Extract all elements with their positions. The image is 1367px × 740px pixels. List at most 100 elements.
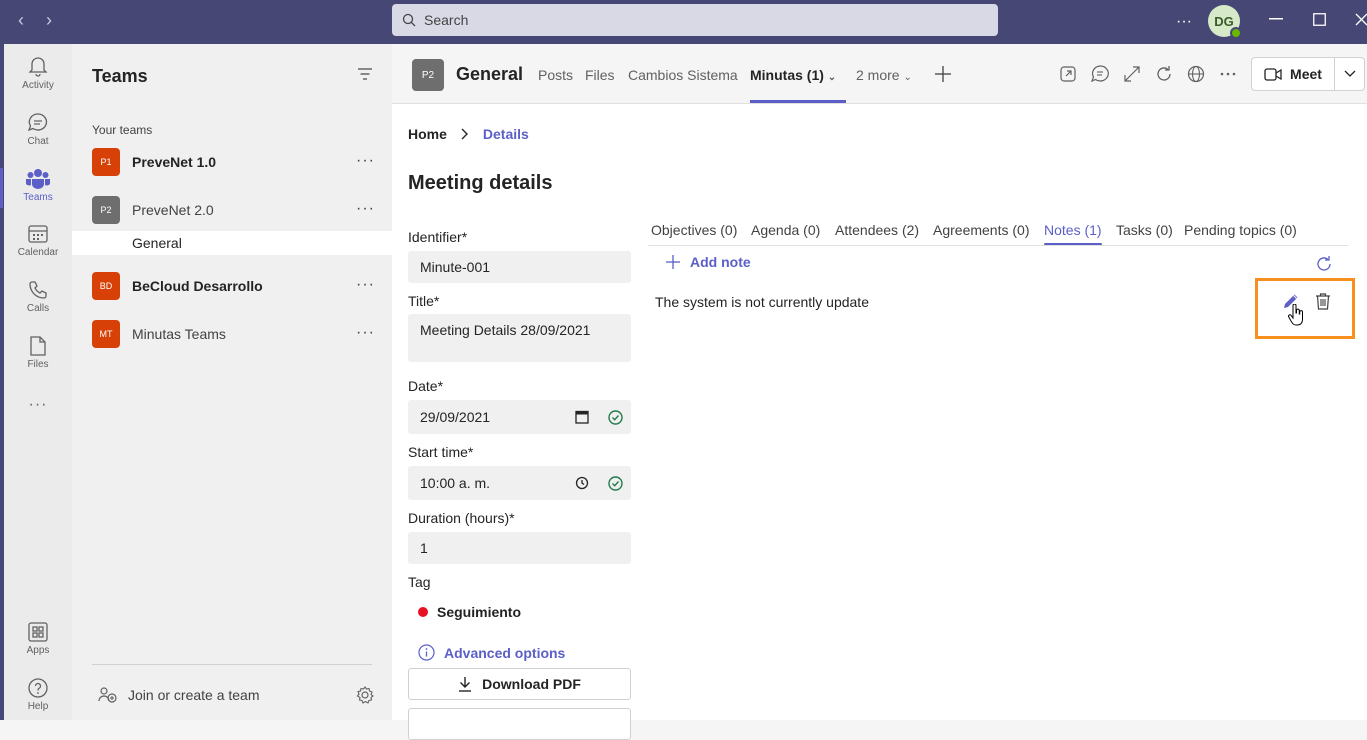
tab-attendees[interactable]: Attendees (2) — [835, 222, 919, 238]
panel-title: Teams — [92, 66, 148, 86]
your-teams-label: Your teams — [92, 123, 153, 137]
date-value: 29/09/2021 — [420, 409, 491, 425]
more-options-button[interactable]: ··· — [1176, 0, 1192, 44]
forward-icon[interactable]: › — [46, 10, 52, 31]
team-avatar: BD — [92, 272, 120, 300]
rail-item-activity[interactable]: Activity — [4, 55, 72, 91]
tab-cambios-sistema[interactable]: Cambios Sistema — [628, 67, 738, 83]
breadcrumb-current: Details — [482, 126, 529, 142]
filter-icon[interactable] — [358, 68, 372, 80]
more-dots-icon[interactable] — [1218, 64, 1238, 84]
popout-icon[interactable] — [1058, 64, 1078, 84]
rail-item-teams[interactable]: Teams — [0, 168, 72, 208]
note-text: The system is not currently update — [655, 294, 869, 310]
tab-files[interactable]: Files — [585, 67, 615, 83]
rail-label: Chat — [27, 136, 49, 147]
meet-button[interactable]: Meet — [1251, 57, 1335, 91]
plus-icon — [666, 255, 680, 269]
date-field[interactable]: 29/09/2021 — [408, 400, 631, 434]
join-label: Join or create a team — [128, 687, 260, 703]
start-time-field[interactable]: 10:00 a. m. — [408, 466, 631, 500]
rail-item-files[interactable]: Files — [4, 336, 72, 370]
breadcrumb-home[interactable]: Home — [408, 126, 447, 142]
check-circle-icon — [608, 410, 623, 425]
conversation-icon[interactable] — [1090, 64, 1110, 84]
breadcrumb: Home Details — [408, 126, 529, 142]
trash-icon[interactable] — [1314, 292, 1332, 310]
file-icon — [30, 336, 46, 356]
clock-icon[interactable] — [575, 476, 589, 490]
team-name: Minutas Teams — [132, 326, 226, 342]
search-input[interactable]: Search — [392, 4, 998, 36]
add-note-button[interactable]: Add note — [666, 254, 751, 270]
check-circle-icon — [608, 476, 623, 491]
rail-item-help[interactable]: Help — [4, 678, 72, 712]
refresh-icon[interactable] — [1314, 254, 1334, 274]
refresh-icon[interactable] — [1154, 64, 1174, 84]
tab-label: 2 more — [856, 67, 900, 83]
close-icon[interactable] — [1355, 13, 1367, 26]
back-icon[interactable]: ‹ — [18, 10, 24, 31]
team-item[interactable]: P2 PreveNet 2.0 ··· — [92, 190, 392, 230]
calendar-icon[interactable] — [575, 410, 589, 424]
maximize-icon[interactable] — [1313, 13, 1326, 26]
chevron-right-icon — [461, 128, 468, 140]
team-more-button[interactable]: ··· — [356, 200, 375, 218]
team-item[interactable]: BD BeCloud Desarrollo ··· — [92, 266, 392, 306]
team-more-button[interactable]: ··· — [356, 152, 375, 170]
team-name: BeCloud Desarrollo — [132, 278, 263, 294]
rail-item-calendar[interactable]: Calendar — [4, 224, 72, 258]
tab-posts[interactable]: Posts — [538, 67, 573, 83]
duration-value: 1 — [420, 540, 428, 556]
rail-more-button[interactable]: ··· — [4, 396, 72, 414]
title-label: Title* — [408, 293, 440, 309]
team-avatar: P1 — [92, 148, 120, 176]
tab-notes[interactable]: Notes (1) — [1044, 222, 1102, 246]
meet-dropdown-button[interactable] — [1335, 57, 1365, 91]
tag-label: Tag — [408, 574, 431, 590]
avatar[interactable]: DG — [1208, 5, 1242, 39]
chevron-down-icon: ⌄ — [827, 72, 837, 83]
tab-more[interactable]: 2 more ⌄ — [856, 67, 912, 83]
add-tab-icon[interactable] — [935, 66, 951, 82]
globe-icon[interactable] — [1186, 64, 1206, 84]
tag-value: Seguimiento — [437, 604, 522, 620]
add-people-icon — [98, 687, 117, 703]
join-create-team-button[interactable]: Join or create a team — [98, 687, 260, 703]
avatar-initials: DG — [1214, 13, 1234, 29]
expand-icon[interactable] — [1122, 64, 1142, 84]
chevron-down-icon — [1344, 70, 1355, 77]
start-time-label: Start time* — [408, 444, 474, 460]
tab-pending-topics[interactable]: Pending topics (0) — [1184, 222, 1297, 238]
rail-item-apps[interactable]: Apps — [4, 622, 72, 656]
download-pdf-button[interactable]: Download PDF — [408, 668, 631, 700]
tab-agreements[interactable]: Agreements (0) — [933, 222, 1029, 238]
title-field[interactable]: Meeting Details 28/09/2021 — [408, 314, 631, 362]
team-more-button[interactable]: ··· — [356, 276, 375, 294]
team-item[interactable]: MT Minutas Teams ··· — [92, 314, 392, 354]
tab-objectives[interactable]: Objectives (0) — [651, 222, 737, 238]
identifier-field[interactable]: Minute-001 — [408, 251, 631, 283]
channel-avatar: P2 — [412, 59, 444, 91]
identifier-label: Identifier* — [408, 229, 468, 245]
apps-icon — [28, 622, 48, 642]
tab-minutas[interactable]: Minutas (1) ⌄ — [750, 67, 847, 103]
gear-icon[interactable] — [356, 686, 374, 704]
channel-item-general[interactable]: General — [72, 231, 392, 255]
rail-label: Help — [27, 701, 49, 712]
team-more-button[interactable]: ··· — [356, 324, 375, 342]
advanced-options-link[interactable]: Advanced options — [418, 644, 565, 661]
rail-item-chat[interactable]: Chat — [4, 112, 72, 147]
teams-icon — [26, 169, 50, 189]
download-label: Download PDF — [482, 676, 581, 692]
rail-item-calls[interactable]: Calls — [4, 280, 72, 314]
app-rail: Activity Chat Teams Calendar Calls Files… — [0, 44, 72, 720]
tab-tasks[interactable]: Tasks (0) — [1116, 222, 1173, 238]
duration-label: Duration (hours)* — [408, 510, 515, 526]
tab-agenda[interactable]: Agenda (0) — [751, 222, 820, 238]
team-item[interactable]: P1 PreveNet 1.0 ··· — [92, 142, 392, 182]
minimize-icon[interactable] — [1269, 18, 1283, 20]
tag-selector[interactable]: Seguimiento — [418, 604, 521, 620]
duration-field[interactable]: 1 — [408, 532, 631, 564]
secondary-action-button[interactable] — [408, 708, 631, 740]
